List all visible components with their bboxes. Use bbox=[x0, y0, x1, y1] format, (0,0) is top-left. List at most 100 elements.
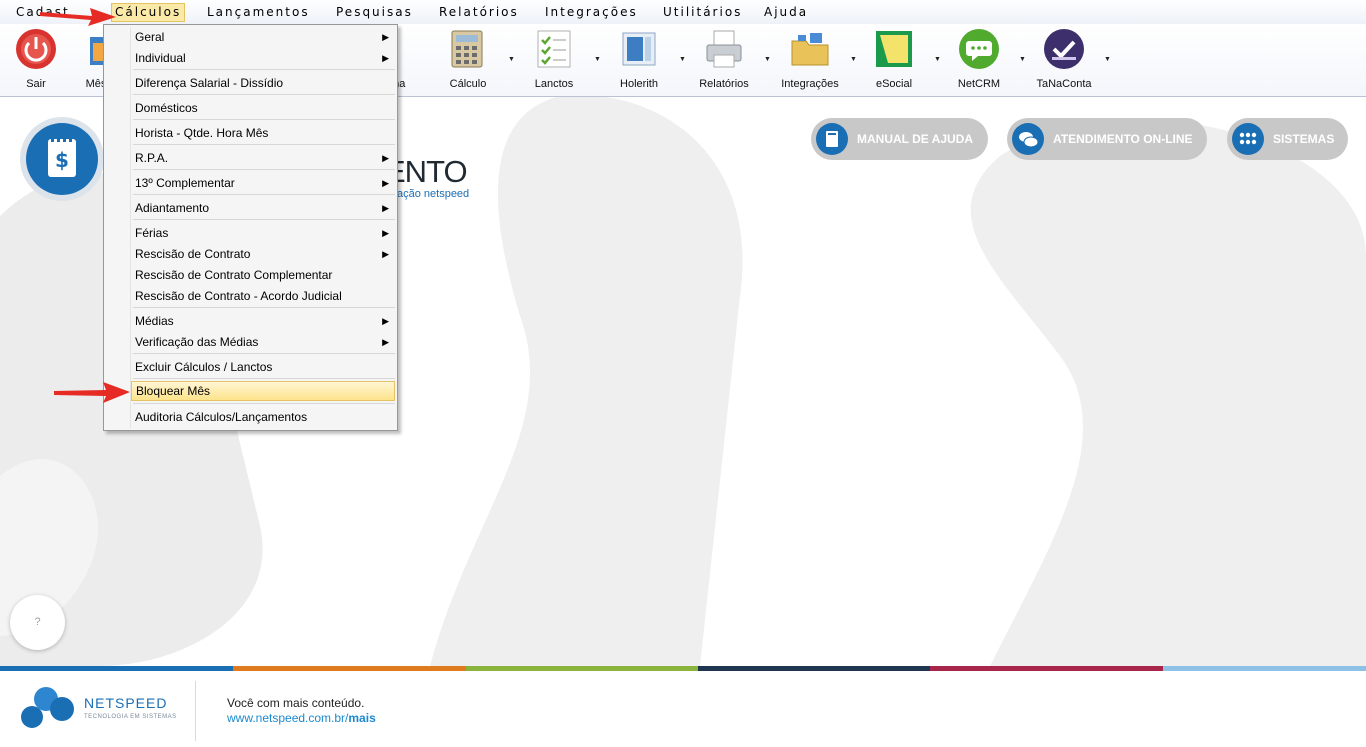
menu-item-label: Domésticos bbox=[135, 101, 198, 115]
payroll-logo: $ bbox=[20, 117, 104, 201]
menu-item-geral[interactable]: Geral ▶ bbox=[131, 27, 395, 47]
chevron-down-icon[interactable]: ▼ bbox=[1104, 56, 1111, 63]
menu-separator bbox=[133, 69, 395, 70]
help-button[interactable]: ? bbox=[10, 595, 65, 650]
chevron-down-icon[interactable]: ▼ bbox=[764, 56, 771, 63]
menu-item-verificacao-medias[interactable]: Verificação das Médias ▶ bbox=[131, 332, 395, 352]
pill-label: ATENDIMENTO ON-LINE bbox=[1053, 132, 1193, 146]
submenu-arrow-icon: ▶ bbox=[382, 316, 389, 326]
pill-label: SISTEMAS bbox=[1273, 132, 1335, 146]
menu-item-individual[interactable]: Individual ▶ bbox=[131, 48, 395, 68]
toolbar-esocial-button[interactable]: eSocial ▼ bbox=[859, 24, 941, 96]
menu-item-ferias[interactable]: Férias ▶ bbox=[131, 223, 395, 243]
menu-item-adiantamento[interactable]: Adiantamento ▶ bbox=[131, 198, 395, 218]
hero-subtitle: ação netspeed bbox=[397, 188, 470, 200]
menu-separator bbox=[133, 194, 395, 195]
toolbar-relatorios-button[interactable]: Relatórios ▼ bbox=[689, 24, 771, 96]
menu-calculos[interactable]: Cálculos bbox=[111, 3, 186, 22]
manual-de-ajuda-button[interactable]: MANUAL DE AJUDA bbox=[811, 118, 988, 160]
menu-item-rescisao-acordo[interactable]: Rescisão de Contrato - Acordo Judicial bbox=[131, 286, 395, 306]
netspeed-logo-icon bbox=[21, 687, 74, 728]
footer-tagline: TECNOLOGIA EM SISTEMAS bbox=[84, 714, 177, 720]
menu-relatorios[interactable]: Relatórios bbox=[436, 4, 522, 21]
menu-item-label: Rescisão de Contrato Complementar bbox=[135, 268, 333, 282]
menu-separator bbox=[133, 353, 395, 354]
calculos-dropdown-menu: Geral ▶ Individual ▶ Diferença Salarial - … bbox=[103, 24, 398, 431]
submenu-arrow-icon: ▶ bbox=[382, 203, 389, 213]
menu-item-bloquear-mes[interactable]: Bloquear Mês bbox=[131, 381, 395, 401]
menu-item-medias[interactable]: Médias ▶ bbox=[131, 311, 395, 331]
atendimento-online-button[interactable]: ATENDIMENTO ON-LINE bbox=[1007, 118, 1207, 160]
chevron-down-icon[interactable]: ▼ bbox=[508, 56, 515, 63]
chevron-down-icon[interactable]: ▼ bbox=[1019, 56, 1026, 63]
toolbar-label: eSocial bbox=[875, 78, 913, 90]
payroll-icon: $ bbox=[26, 123, 98, 195]
toolbar-label: Cálculo bbox=[449, 78, 487, 90]
menu-item-label: Bloquear Mês bbox=[136, 384, 211, 398]
submenu-arrow-icon: ▶ bbox=[382, 178, 389, 188]
chat-bubbles-icon bbox=[1012, 123, 1044, 155]
menu-item-13-complementar[interactable]: 13º Complementar ▶ bbox=[131, 173, 395, 193]
book-icon bbox=[816, 123, 848, 155]
power-icon bbox=[16, 29, 56, 69]
submenu-arrow-icon: ▶ bbox=[382, 228, 389, 238]
checklist-icon bbox=[537, 30, 571, 68]
chevron-down-icon[interactable]: ▼ bbox=[594, 56, 601, 63]
annotation-arrow-icon bbox=[40, 8, 116, 26]
menu-item-rescisao-complementar[interactable]: Rescisão de Contrato Complementar bbox=[131, 265, 395, 285]
menu-separator bbox=[133, 307, 395, 308]
menu-pesquisas[interactable]: Pesquisas bbox=[333, 4, 416, 21]
submenu-arrow-icon: ▶ bbox=[382, 153, 389, 163]
menu-separator bbox=[133, 219, 395, 220]
footer-text: Você com mais conteúdo. bbox=[227, 696, 365, 710]
toolbar-label: Relatórios bbox=[699, 78, 749, 90]
calculator-icon bbox=[451, 30, 483, 68]
footer-link-prefix: www.netspeed.com.br/ bbox=[227, 711, 349, 725]
menu-item-label: R.P.A. bbox=[135, 151, 169, 165]
menu-integracoes[interactable]: Integrações bbox=[542, 4, 641, 21]
toolbar-lanctos-button[interactable]: Lanctos ▼ bbox=[519, 24, 601, 96]
menu-item-label: Médias bbox=[135, 314, 174, 328]
menu-separator bbox=[133, 144, 395, 145]
footer-link[interactable]: www.netspeed.com.br/mais bbox=[227, 711, 376, 725]
grid-icon bbox=[1232, 123, 1264, 155]
menu-item-domesticos[interactable]: Domésticos bbox=[131, 98, 395, 118]
menu-lancamentos[interactable]: Lançamentos bbox=[204, 4, 313, 21]
footer-link-bold: mais bbox=[348, 711, 376, 725]
chevron-down-icon[interactable]: ▼ bbox=[934, 56, 941, 63]
chevron-down-icon[interactable]: ▼ bbox=[850, 56, 857, 63]
menu-item-horista[interactable]: Horista - Qtde. Hora Mês bbox=[131, 123, 395, 143]
menu-ajuda[interactable]: Ajuda bbox=[761, 4, 811, 21]
menu-item-label: Adiantamento bbox=[135, 201, 210, 215]
tanaconta-icon bbox=[1044, 29, 1084, 69]
toolbar-netcrm-button[interactable]: NetCRM ▼ bbox=[944, 24, 1026, 96]
menu-item-auditoria[interactable]: Auditoria Cálculos/Lançamentos bbox=[131, 407, 395, 427]
toolbar-label: Integrações bbox=[781, 78, 839, 90]
menu-separator bbox=[133, 403, 395, 404]
menubar: Cadast Cálculos Lançamentos Pesquisas Re… bbox=[0, 0, 1366, 25]
menu-separator bbox=[133, 378, 395, 379]
menu-separator bbox=[133, 119, 395, 120]
menu-item-rpa[interactable]: R.P.A. ▶ bbox=[131, 148, 395, 168]
printer-icon bbox=[706, 30, 742, 68]
menu-utilitarios[interactable]: Utilitários bbox=[660, 4, 745, 21]
menu-item-rescisao[interactable]: Rescisão de Contrato ▶ bbox=[131, 244, 395, 264]
menu-item-label: Geral bbox=[135, 30, 165, 44]
chat-icon bbox=[959, 29, 999, 69]
footer: NETSPEED TECNOLOGIA EM SISTEMAS Você com… bbox=[0, 671, 1366, 747]
toolbar-calculo-button[interactable]: Cálculo ▼ bbox=[433, 24, 515, 96]
toolbar-integracoes-button[interactable]: Integrações ▼ bbox=[775, 24, 857, 96]
toolbar-tanaconta-button[interactable]: TaNaConta ▼ bbox=[1029, 24, 1111, 96]
menu-item-diferenca-salarial[interactable]: Diferença Salarial - Dissídio bbox=[131, 73, 395, 93]
toolbar-label: TaNaConta bbox=[1036, 78, 1092, 90]
submenu-arrow-icon: ▶ bbox=[382, 53, 389, 63]
menu-item-label: Verificação das Médias bbox=[135, 335, 259, 349]
toolbar-holerith-button[interactable]: Holerith ▼ bbox=[604, 24, 686, 96]
sistemas-button[interactable]: SISTEMAS bbox=[1227, 118, 1348, 160]
footer-divider bbox=[195, 681, 196, 741]
chevron-down-icon[interactable]: ▼ bbox=[679, 56, 686, 63]
holerith-icon bbox=[622, 32, 656, 66]
menu-item-label: Rescisão de Contrato bbox=[135, 247, 251, 261]
menu-item-label: 13º Complementar bbox=[135, 176, 235, 190]
menu-item-excluir-calculos[interactable]: Excluir Cálculos / Lanctos bbox=[131, 357, 395, 377]
